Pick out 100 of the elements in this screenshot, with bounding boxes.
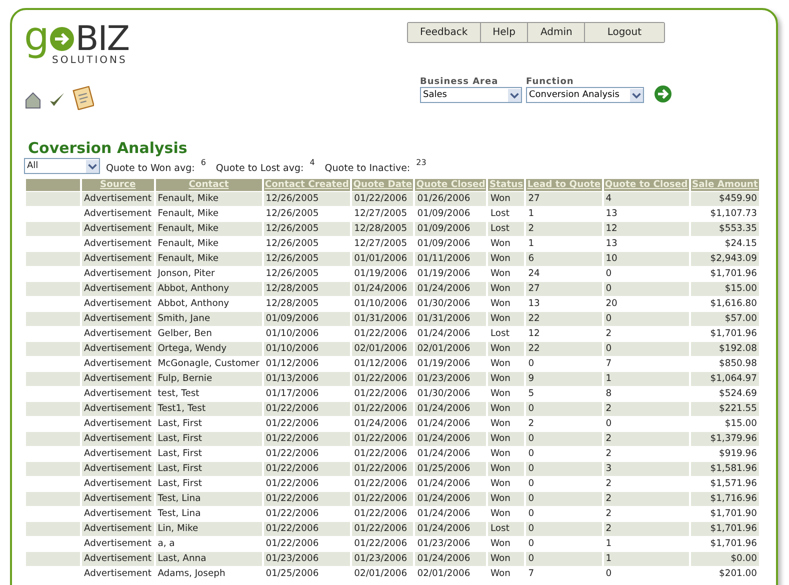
table-cell-text: $1,616.80 [709,297,758,311]
table-cell-text: Adams, Joseph [156,567,226,581]
table-cell: 0 [526,492,602,506]
table-cell-text: Won [489,567,512,581]
table-cell-text: 01/19/2006 [416,357,472,371]
logo-subtitle: SOLUTIONS [52,56,128,66]
table-cell-text: 02/01/2006 [353,567,408,581]
table-cell-text: 01/24/2006 [353,417,408,431]
table-cell-text: 02/01/2006 [416,567,472,581]
table-cell-text: 12/26/2005 [264,207,320,221]
table-cell-text: 2 [604,447,613,461]
table-cell: 01/01/2006 [352,252,414,266]
table-cell: $2,943.09 [690,252,759,266]
table-cell-text: Won [489,507,512,521]
table-cell-text: 01/24/2006 [416,327,472,341]
table-cell: 01/25/2006 [415,462,486,476]
table-cell-text: a, a [156,537,176,551]
table-cell: Won [488,252,524,266]
table-cell: $553.35 [690,222,759,236]
table-cell-text: Lost [489,207,510,221]
table-cell: Advertisement [82,282,154,296]
table-cell-text: Gelber, Ben [156,327,213,341]
column-header[interactable]: Contact [156,179,262,191]
table-cell-text: 01/22/2006 [353,447,408,461]
table-cell: 01/24/2006 [352,282,414,296]
table-cell-text: 20 [604,297,618,311]
table-cell-text: Jonson, Piter [156,267,216,281]
table-cell: 01/23/2006 [264,552,350,566]
table-cell: 0 [604,282,689,296]
column-header[interactable]: Lead to Quote [526,179,602,191]
table-cell-text: Lost [489,327,510,341]
table-cell-text: 24 [527,267,541,281]
table-cell: Advertisement [82,402,154,416]
table-cell: Won [488,462,524,476]
filter-select[interactable]: All [24,158,100,174]
table-cell: 01/23/2006 [352,552,414,566]
table-cell-text: Fenault, Mike [156,207,220,221]
table-cell-text: Advertisement [83,237,152,251]
table-cell-text: Won [489,267,512,281]
column-header[interactable]: Quote Date [352,179,414,191]
table-cell: 01/24/2006 [415,282,486,296]
table-cell: Advertisement [82,222,154,236]
table-cell: 2 [604,492,689,506]
table-cell: 1 [604,552,689,566]
table-cell: 0 [526,432,602,446]
column-header[interactable]: Quote Closed [415,179,486,191]
table-cell-text: Advertisement [83,537,152,551]
table-cell-text: Advertisement [83,567,152,581]
select-field[interactable]: Conversion Analysis [526,87,644,103]
table-cell: Won [488,372,524,386]
table-cell-text: 0 [604,417,613,431]
table-cell-text: 2 [604,327,613,341]
table-cell-text: 01/24/2006 [416,447,472,461]
nav-button[interactable]: Help [480,23,528,42]
select-field[interactable]: Sales [420,87,522,103]
table-cell-text: McGonagle, Customer [156,357,260,371]
column-header[interactable]: Quote to Closed [604,179,689,191]
table-cell: 01/22/2006 [352,402,414,416]
column-header[interactable]: Source [82,179,154,191]
table-cell: $1,581.96 [690,462,759,476]
column-header[interactable]: Contact Created [264,179,350,191]
table-cell-text: Advertisement [83,387,152,401]
table-cell: 01/24/2006 [415,492,486,506]
table-cell: $15.00 [690,282,759,296]
table-cell-text: 12 [527,327,541,341]
table-cell: 0 [526,552,602,566]
column-header[interactable]: Sale Amount [690,179,759,191]
table-cell: 01/13/2006 [264,372,350,386]
table-cell-text: 01/22/2006 [353,537,408,551]
table-cell: 01/22/2006 [352,432,414,446]
table-cell-text: 01/19/2006 [416,267,472,281]
table-cell: Fenault, Mike [156,222,262,236]
table-cell: $57.00 [690,312,759,326]
stat-value: 23 [416,158,426,169]
table-cell: 1 [604,372,689,386]
nav-button[interactable]: Admin [528,23,586,42]
table-cell-text: $850.98 [718,357,758,371]
table-cell-text: 01/22/2006 [353,507,408,521]
table-cell: 01/22/2006 [352,462,414,476]
table-cell: Advertisement [82,312,154,326]
table-cell: 10 [604,252,689,266]
table-cell: Test1, Test [156,402,262,416]
table-cell: 0 [526,522,602,536]
table-cell-text: $24.15 [724,237,758,251]
table-cell-text: Advertisement [83,297,152,311]
table-cell-text: 01/17/2006 [264,387,320,401]
nav-button[interactable]: Logout [585,23,664,42]
table-cell: Advertisement [82,432,154,446]
table-cell-text: 01/12/2006 [264,357,320,371]
table-cell-text: $1,107.73 [709,207,758,221]
table-cell: $1,064.97 [690,372,759,386]
stat-value: 6 [200,158,206,169]
table-cell: Won [488,282,524,296]
table-cell: 01/22/2006 [264,402,350,416]
table-cell-text: 01/22/2006 [264,537,320,551]
home-icon[interactable] [24,90,42,110]
select-label: Business Area [420,77,500,87]
table-cell: 01/11/2006 [415,252,486,266]
column-header[interactable]: Status [488,179,524,191]
nav-button[interactable]: Feedback [408,23,481,42]
